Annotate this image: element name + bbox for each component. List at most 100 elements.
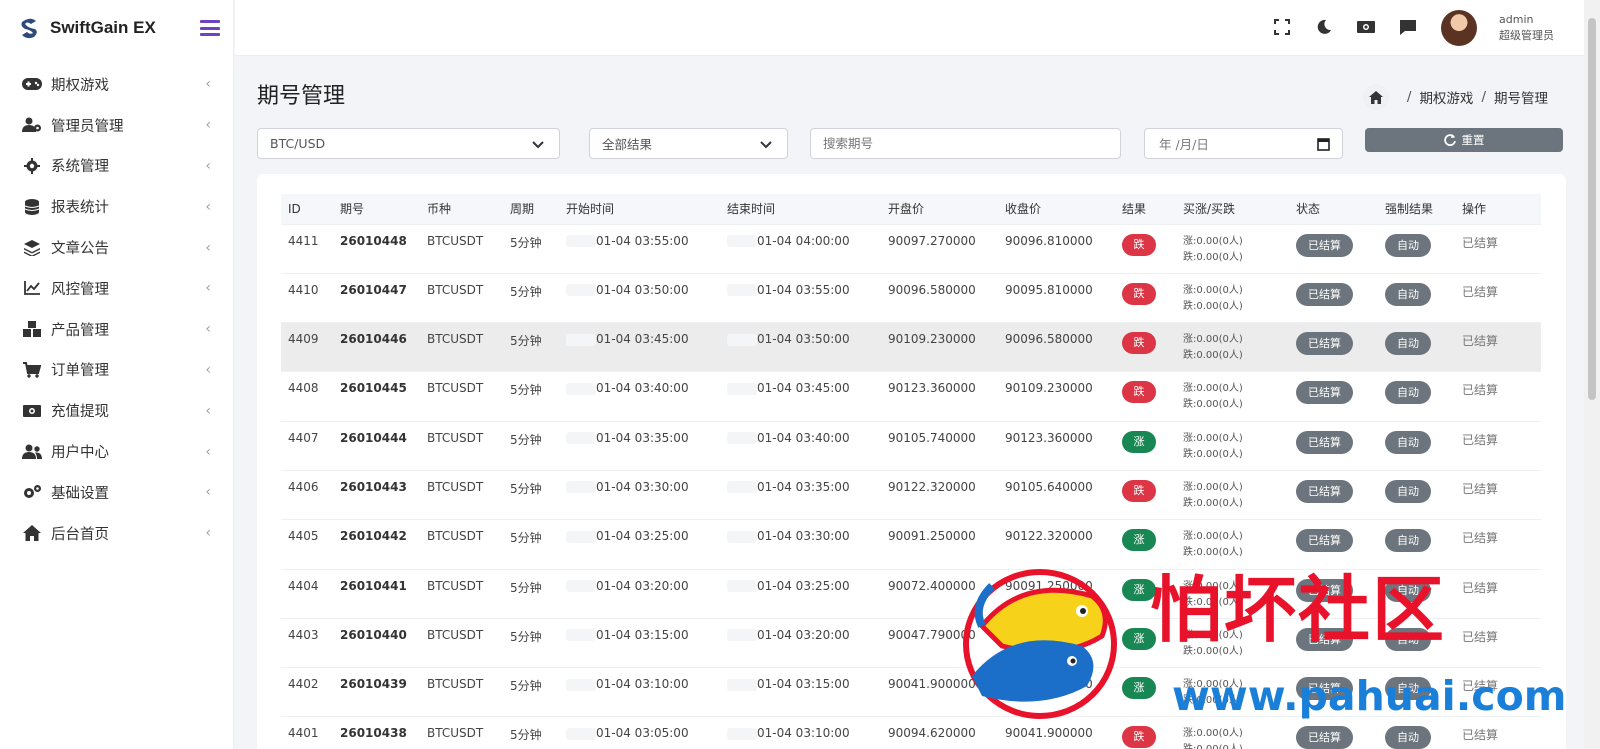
sidebar-item-7[interactable]: 订单管理 ‹ — [0, 350, 233, 391]
cell-end-time: 01-04 03:15:00 — [720, 667, 881, 717]
force-result-button[interactable]: 自动 — [1385, 726, 1431, 749]
end-time-text: 01-04 03:20:00 — [757, 627, 850, 642]
end-time-text: 01-04 03:25:00 — [757, 578, 850, 593]
status-badge: 已结算 — [1296, 282, 1353, 306]
sidebar-item-2[interactable]: 系统管理 ‹ — [0, 146, 233, 187]
force-result-button[interactable]: 自动 — [1385, 578, 1431, 602]
cell-result: 涨 — [1115, 568, 1176, 619]
cell-status: 已结算 — [1289, 469, 1378, 520]
buy-down-text: 跌:0.00(0人) — [1183, 695, 1243, 707]
brand[interactable]: SwiftGain EX — [0, 0, 233, 56]
cell-result: 跌 — [1115, 371, 1176, 422]
table-row[interactable]: 4404 26010441 BTCUSDT 5分钟 01-04 03:20:00 01-0… — [281, 568, 1541, 619]
table-row[interactable]: 4401 26010438 BTCUSDT 5分钟 01-04 03:05:00 01-0… — [281, 716, 1541, 749]
result-badge: 涨 — [1122, 529, 1156, 552]
message-icon[interactable] — [1397, 16, 1419, 38]
action-text: 已结算 — [1462, 432, 1499, 447]
sidebar-item-4[interactable]: 文章公告 ‹ — [0, 227, 233, 268]
cell-period: 26010444 — [333, 420, 420, 471]
cell-coin: BTCUSDT — [420, 223, 503, 274]
avatar[interactable] — [1441, 10, 1477, 46]
cell-force-result: 自动 — [1378, 568, 1455, 619]
cell-close-price: 90047.790000 — [998, 667, 1115, 717]
fullscreen-icon[interactable] — [1271, 16, 1293, 38]
table-row[interactable]: 4408 26010445 BTCUSDT 5分钟 01-04 03:40:00 01-0… — [281, 371, 1541, 422]
table-row[interactable]: 4407 26010444 BTCUSDT 5分钟 01-04 03:35:00 01-0… — [281, 420, 1541, 471]
end-time-text: 01-04 03:35:00 — [757, 479, 850, 494]
sidebar-item-5[interactable]: 风控管理 ‹ — [0, 268, 233, 309]
force-result-button[interactable]: 自动 — [1385, 529, 1431, 553]
breadcrumb-home-icon[interactable] — [1362, 84, 1389, 110]
redacted-mask — [566, 727, 596, 740]
dark-mode-icon[interactable] — [1313, 16, 1335, 38]
money-icon — [22, 402, 42, 420]
sidebar-item-label: 系统管理 — [51, 159, 109, 176]
sidebar-item-6[interactable]: 产品管理 ‹ — [0, 309, 233, 350]
cell-status: 已结算 — [1289, 617, 1378, 668]
cell-action: 已结算 — [1455, 322, 1541, 372]
user-info[interactable]: admin 超级管理员 — [1499, 12, 1554, 44]
sidebar-item-8[interactable]: 充值提现 ‹ — [0, 390, 233, 431]
force-result-button[interactable]: 自动 — [1385, 381, 1431, 405]
page-scrollbar[interactable] — [1584, 0, 1600, 749]
cell-force-result: 自动 — [1378, 469, 1455, 520]
sidebar-item-3[interactable]: 报表统计 ‹ — [0, 186, 233, 227]
cell-cycle: 5分钟 — [503, 617, 559, 668]
column-header: ID — [281, 194, 333, 224]
cell-period: 26010446 — [333, 322, 420, 372]
table-row[interactable]: 4403 26010440 BTCUSDT 5分钟 01-04 03:15:00 01-0… — [281, 617, 1541, 668]
redacted-mask — [727, 481, 757, 494]
table-row[interactable]: 4409 26010446 BTCUSDT 5分钟 01-04 03:45:00 01-0… — [281, 322, 1541, 372]
force-result-button[interactable]: 自动 — [1385, 282, 1431, 306]
cell-start-time: 01-04 03:40:00 — [559, 371, 720, 422]
redacted-mask — [566, 580, 596, 593]
money-icon[interactable] — [1355, 16, 1377, 38]
action-text: 已结算 — [1462, 629, 1499, 644]
cell-status: 已结算 — [1289, 371, 1378, 422]
force-result-button[interactable]: 自动 — [1385, 677, 1431, 701]
symbol-select[interactable]: BTC/USD — [257, 128, 560, 159]
force-result-button[interactable]: 自动 — [1385, 479, 1431, 503]
chevron-left-icon: ‹ — [205, 321, 211, 338]
cell-status: 已结算 — [1289, 272, 1378, 323]
force-result-button[interactable]: 自动 — [1385, 430, 1431, 454]
table-row[interactable]: 4410 26010447 BTCUSDT 5分钟 01-04 03:50:00 01-0… — [281, 272, 1541, 323]
cell-open-price: 90041.900000 — [881, 667, 998, 717]
sidebar-item-0[interactable]: 期权游戏 ‹ — [0, 64, 233, 105]
cell-force-result: 自动 — [1378, 519, 1455, 570]
cell-start-time: 01-04 03:15:00 — [559, 617, 720, 668]
sidebar-item-11[interactable]: 后台首页 ‹ — [0, 513, 233, 554]
sidebar-item-9[interactable]: 用户中心 ‹ — [0, 431, 233, 472]
buy-up-text: 涨:0.00(0人) — [1183, 531, 1243, 543]
sidebar-item-10[interactable]: 基础设置 ‹ — [0, 472, 233, 513]
force-result-button[interactable]: 自动 — [1385, 233, 1431, 257]
cell-action: 已结算 — [1455, 617, 1541, 668]
buy-down-text: 跌:0.00(0人) — [1183, 448, 1243, 460]
sidebar-item-label: 产品管理 — [51, 322, 109, 339]
cell-buy-up-down: 涨:0.00(0人) 跌:0.00(0人) — [1176, 667, 1289, 717]
chevron-left-icon: ‹ — [205, 443, 211, 460]
calendar-icon[interactable] — [1317, 137, 1330, 151]
redacted-mask — [727, 235, 757, 247]
date-picker[interactable]: 年 /月/日 — [1144, 128, 1343, 159]
status-badge: 已结算 — [1296, 578, 1353, 602]
table-row[interactable]: 4405 26010442 BTCUSDT 5分钟 01-04 03:25:00 01-0… — [281, 519, 1541, 570]
period-search-input[interactable] — [810, 128, 1121, 159]
reset-button[interactable]: 重置 — [1365, 128, 1563, 152]
force-result-button[interactable]: 自动 — [1385, 332, 1431, 356]
start-time-text: 01-04 03:45:00 — [596, 332, 689, 347]
sidebar-item-1[interactable]: 管理员管理 ‹ — [0, 105, 233, 146]
menu-toggle-icon[interactable] — [200, 18, 220, 38]
table-row[interactable]: 4402 26010439 BTCUSDT 5分钟 01-04 03:10:00 01-0… — [281, 667, 1541, 717]
scrollbar-thumb[interactable] — [1588, 18, 1596, 400]
buy-down-text: 跌:0.00(0人) — [1183, 596, 1243, 608]
cell-id: 4404 — [281, 568, 333, 619]
breadcrumb-item-parent[interactable]: 期权游戏 — [1419, 87, 1473, 107]
redacted-mask — [727, 382, 757, 395]
result-select[interactable]: 全部结果 — [589, 128, 788, 159]
table-row[interactable]: 4411 26010448 BTCUSDT 5分钟 01-04 03:55:00 01-0… — [281, 223, 1541, 274]
start-time-text: 01-04 03:50:00 — [596, 282, 689, 297]
table-row[interactable]: 4406 26010443 BTCUSDT 5分钟 01-04 03:30:00 01-0… — [281, 469, 1541, 520]
force-result-button[interactable]: 自动 — [1385, 627, 1431, 651]
sidebar-item-label: 用户中心 — [51, 445, 109, 462]
